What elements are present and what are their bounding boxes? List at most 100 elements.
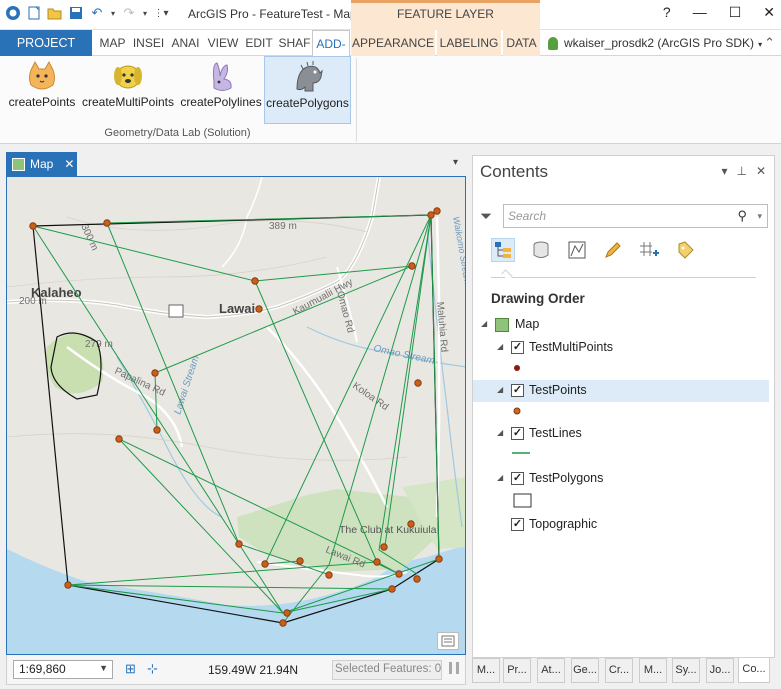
tab-appearance[interactable]: APPEARANCE bbox=[351, 30, 435, 56]
map-overview-toggle[interactable] bbox=[437, 632, 459, 650]
test-point-feature bbox=[29, 222, 37, 230]
map-canvas[interactable]: 300 m 389 m 200 m 279 m 50 Kaumualii Hwy… bbox=[7, 177, 466, 655]
point-symbol bbox=[514, 365, 520, 371]
selected-features-count[interactable]: Selected Features: 0 bbox=[332, 660, 442, 680]
redo-dropdown-icon[interactable]: ▾ bbox=[141, 4, 149, 22]
chevron-down-icon[interactable]: ▾ bbox=[757, 211, 762, 222]
layer-visibility-checkbox[interactable]: ✓ bbox=[511, 341, 524, 354]
labeling-view-button[interactable] bbox=[673, 238, 697, 262]
polygon-symbol bbox=[513, 493, 532, 508]
tab-labeling[interactable]: LABELING bbox=[437, 30, 501, 56]
collapse-icon[interactable]: ◢ bbox=[497, 385, 503, 394]
redo-icon[interactable]: ↷ bbox=[120, 4, 138, 22]
pane-tab[interactable]: At... bbox=[537, 658, 565, 683]
test-point-feature bbox=[235, 540, 243, 548]
tab-share[interactable]: SHAF bbox=[278, 30, 311, 56]
maximize-button[interactable]: ☐ bbox=[729, 4, 742, 21]
grid-snap-icon[interactable]: ⊞ bbox=[125, 661, 136, 677]
layer-visibility-checkbox[interactable]: ✓ bbox=[511, 472, 524, 485]
tree-row-testlines[interactable]: ◢ ✓ TestLines bbox=[473, 423, 769, 445]
scale-selector[interactable]: 1:69,860 ▼ bbox=[13, 660, 113, 679]
filter-icon[interactable]: ⏷ bbox=[480, 208, 492, 225]
search-icon[interactable]: ⚲ bbox=[737, 208, 747, 224]
map-view[interactable]: 300 m 389 m 200 m 279 m 50 Kaumualii Hwy… bbox=[6, 176, 466, 655]
collapse-icon[interactable]: ◢ bbox=[497, 428, 503, 437]
pane-tab-contents[interactable]: Co... bbox=[738, 658, 770, 683]
data-source-view-button[interactable] bbox=[529, 238, 553, 262]
search-input[interactable]: Search ⚲ ▾ bbox=[503, 204, 768, 228]
create-polygons-button[interactable]: createPolygons bbox=[264, 56, 351, 124]
new-project-icon[interactable] bbox=[25, 4, 43, 22]
collapse-icon[interactable]: ◢ bbox=[497, 473, 503, 482]
editing-view-button[interactable] bbox=[601, 238, 625, 262]
create-polylines-button[interactable]: createPolylines bbox=[180, 56, 262, 124]
ribbon-group-label: Geometry/Data Lab (Solution) bbox=[104, 127, 251, 139]
tree-row-testmultipoints[interactable]: ◢ ✓ TestMultiPoints bbox=[473, 337, 769, 359]
snapping-icon[interactable]: ⊹ bbox=[147, 661, 158, 677]
map-view-tab[interactable]: Map ✕ bbox=[6, 152, 77, 176]
layer-visibility-checkbox[interactable]: ✓ bbox=[511, 384, 524, 397]
snapping-view-button[interactable] bbox=[637, 238, 661, 262]
collapse-icon[interactable]: ◢ bbox=[497, 342, 503, 351]
pin-icon[interactable]: ⊥ bbox=[736, 164, 746, 178]
create-multipoints-button[interactable]: createMultiPoints bbox=[80, 56, 176, 124]
pane-tab[interactable]: Sy... bbox=[672, 658, 700, 683]
undo-icon[interactable]: ↶ bbox=[88, 4, 106, 22]
title-bar: ↶ ▾ ↷ ▾ ⋮▾ ArcGIS Pro - FeatureTest - Ma… bbox=[0, 0, 781, 30]
user-icon bbox=[548, 37, 558, 51]
tab-map[interactable]: MAP bbox=[96, 30, 129, 56]
line-symbol bbox=[512, 452, 530, 454]
contents-view-tools bbox=[491, 238, 756, 278]
pane-tab[interactable]: M... bbox=[639, 658, 667, 683]
tab-view[interactable]: VIEW bbox=[205, 30, 241, 56]
close-pane-icon[interactable]: ✕ bbox=[756, 164, 766, 178]
pause-drawing-icon[interactable] bbox=[449, 662, 459, 674]
tree-row-topographic[interactable]: ✓ Topographic bbox=[473, 514, 769, 536]
drawing-order-icon bbox=[495, 242, 511, 258]
pane-tab[interactable]: Jo... bbox=[706, 658, 734, 683]
layer-visibility-checkbox[interactable]: ✓ bbox=[511, 518, 524, 531]
tab-insert[interactable]: INSEI bbox=[131, 30, 166, 56]
tree-row-map[interactable]: ◢ Map bbox=[473, 314, 769, 336]
overview-icon bbox=[441, 635, 455, 647]
layer-visibility-checkbox[interactable]: ✓ bbox=[511, 427, 524, 440]
drawing-order-view-button[interactable] bbox=[491, 238, 515, 262]
create-polylines-label: createPolylines bbox=[180, 95, 262, 109]
layer-name: Map bbox=[515, 317, 540, 331]
close-tab-icon[interactable]: ✕ bbox=[64, 157, 74, 171]
tab-project[interactable]: PROJECT bbox=[0, 30, 92, 56]
pane-tabs: M... Pr... At... Ge... Cr... M... Sy... … bbox=[472, 658, 775, 685]
minimize-button[interactable]: — bbox=[693, 4, 707, 21]
cat-icon bbox=[29, 60, 55, 90]
tab-analysis[interactable]: ANAI bbox=[169, 30, 202, 56]
collapse-ribbon-icon[interactable]: ⌃ bbox=[764, 35, 775, 51]
pane-tab[interactable]: Ge... bbox=[571, 658, 599, 683]
undo-dropdown-icon[interactable]: ▾ bbox=[109, 4, 117, 22]
tree-row-testpolygons[interactable]: ◢ ✓ TestPolygons bbox=[473, 468, 769, 490]
save-project-icon[interactable] bbox=[67, 4, 85, 22]
customize-qat-icon[interactable]: ⋮▾ bbox=[152, 4, 170, 22]
map-tab-bar: Map ✕ bbox=[0, 150, 470, 176]
quick-access-toolbar: ↶ ▾ ↷ ▾ ⋮▾ bbox=[4, 4, 170, 22]
pane-tab[interactable]: Pr... bbox=[503, 658, 531, 683]
pane-options-icon[interactable]: ▾ bbox=[721, 164, 727, 178]
tab-addin[interactable]: ADD- bbox=[312, 30, 350, 56]
help-button[interactable]: ? bbox=[663, 4, 671, 21]
pane-tab[interactable]: Cr... bbox=[605, 658, 633, 683]
collapse-icon[interactable]: ◢ bbox=[481, 319, 487, 328]
tab-edit[interactable]: EDIT bbox=[243, 30, 275, 56]
create-points-button[interactable]: createPoints bbox=[6, 56, 78, 124]
open-project-icon[interactable] bbox=[46, 4, 64, 22]
tree-row-testpoints[interactable]: ◢ ✓ TestPoints bbox=[473, 380, 769, 402]
label-tag-icon bbox=[678, 241, 694, 259]
user-account[interactable]: wkaiser_prosdk2 (ArcGIS Pro SDK) ▾ bbox=[548, 36, 762, 51]
selection-view-button[interactable] bbox=[565, 238, 589, 262]
test-point-feature bbox=[414, 379, 422, 387]
create-polygons-label: createPolygons bbox=[266, 96, 349, 110]
close-button[interactable]: ✕ bbox=[763, 4, 775, 21]
tab-data[interactable]: DATA bbox=[503, 30, 540, 56]
pane-tab[interactable]: M... bbox=[472, 658, 500, 683]
view-dropdown-icon[interactable]: ▾ bbox=[453, 157, 458, 168]
window-buttons: ? — ☐ ✕ bbox=[663, 4, 775, 21]
test-point-feature bbox=[279, 619, 287, 627]
